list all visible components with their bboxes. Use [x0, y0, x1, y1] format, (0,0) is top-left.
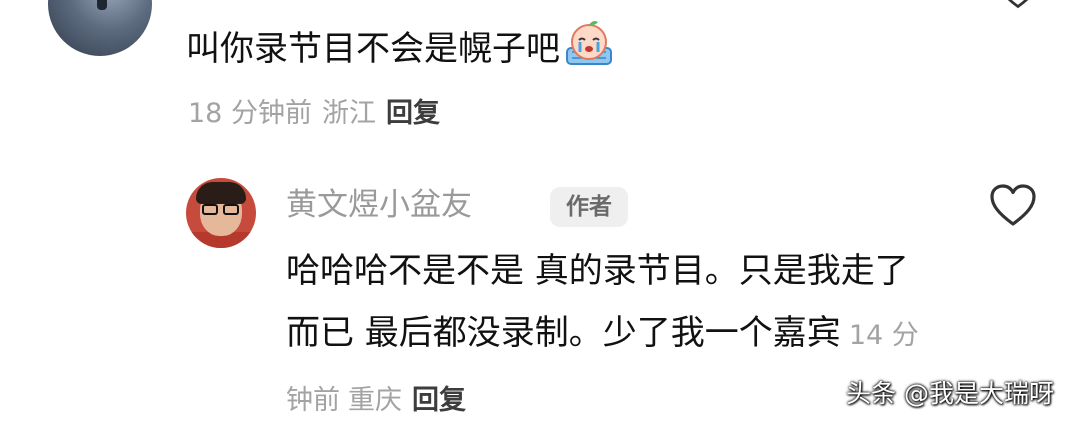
watermark: 头条 @我是大瑞呀 — [846, 379, 1054, 408]
author-name[interactable]: 黄文煜小盆友 — [286, 180, 472, 230]
reply-button[interactable]: 回复 — [412, 385, 466, 416]
commenter-avatar[interactable] — [48, 0, 152, 56]
reply-button[interactable]: 回复 — [386, 98, 440, 129]
heart-outline-icon[interactable] — [996, 0, 1040, 12]
comment-text: 叫你录节目不会是幌子吧 — [186, 18, 614, 76]
reply-comment-text: 哈哈哈不是不是 真的录节目。只是我走了而已 最后都没录制。少了我一个嘉宾 14 分… — [286, 240, 926, 432]
comment-body: 叫你录节目不会是幌子吧 — [186, 29, 560, 69]
heart-outline-icon[interactable] — [988, 182, 1038, 228]
crying-peach-emoji-icon — [566, 21, 612, 65]
reply-location: 重庆 — [348, 385, 402, 416]
comment-time: 18 分钟前 — [188, 98, 312, 129]
comment-location: 浙江 — [321, 98, 376, 129]
reply-body: 哈哈哈不是不是 真的录节目。只是我走了而已 最后都没录制。少了我一个嘉宾 — [286, 251, 909, 353]
author-avatar[interactable] — [186, 178, 256, 248]
author-badge: 作者 — [550, 187, 628, 227]
comment-meta: 18 分钟前 浙江 回复 — [188, 92, 440, 136]
